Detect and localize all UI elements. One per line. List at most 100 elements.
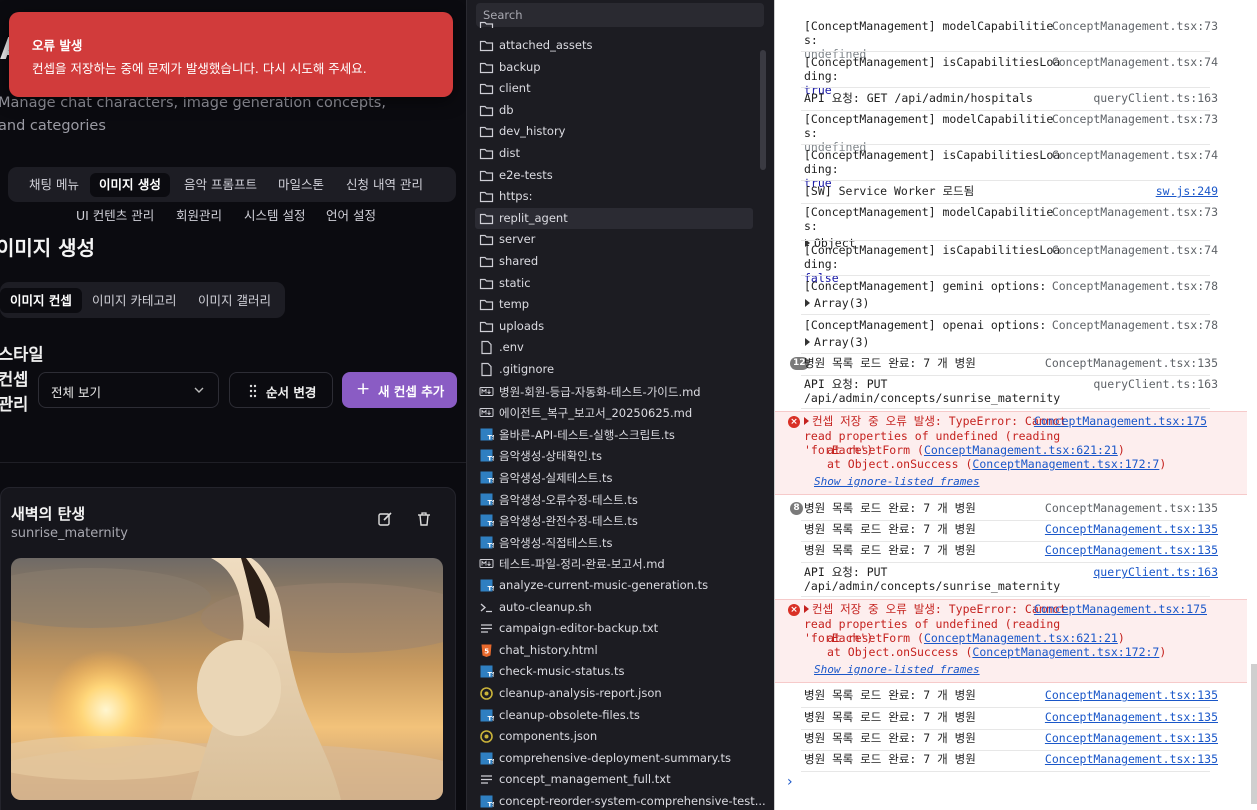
- tree-item[interactable]: 에이전트_복구_보고서_20250625.md: [475, 402, 753, 423]
- source-link[interactable]: ConceptManagement.tsx:74: [1052, 55, 1218, 69]
- tree-item[interactable]: TS check-music-status.ts: [475, 661, 753, 682]
- reorder-button[interactable]: 순서 변경: [229, 372, 333, 408]
- nav-chat-menu[interactable]: 채팅 메뉴: [20, 173, 88, 197]
- tree-item[interactable]: 5 chat_history.html: [475, 640, 753, 661]
- expandable-object[interactable]: Array(3): [804, 296, 1064, 310]
- tab-image-category[interactable]: 이미지 카테고리: [82, 288, 186, 313]
- stack-link[interactable]: ConceptManagement.tsx:621:21: [924, 631, 1118, 645]
- svg-text:TS: TS: [488, 585, 495, 593]
- nav-language-settings[interactable]: 언어 설정: [326, 205, 376, 224]
- source-link[interactable]: ConceptManagement.tsx:135: [1045, 356, 1218, 370]
- tree-item[interactable]: replit_agent: [475, 207, 753, 229]
- tree-item[interactable]: TS cleanup-obsolete-files.ts: [475, 705, 753, 726]
- tab-image-gallery[interactable]: 이미지 갤러리: [188, 288, 281, 313]
- expandable-object[interactable]: Array(3): [804, 335, 1064, 349]
- concept-preview-image: [11, 558, 443, 800]
- tree-item[interactable]: 병원-회원-등급-자동화-테스트-가이드.md: [475, 381, 753, 402]
- stack-link[interactable]: ConceptManagement.tsx:172:7: [972, 457, 1159, 471]
- tree-item[interactable]: TS comprehensive-deployment-summary.ts: [475, 748, 753, 769]
- tree-item[interactable]: dev_history: [475, 121, 753, 142]
- source-link[interactable]: queryClient.ts:163: [1093, 377, 1218, 391]
- tree-item[interactable]: campaign-editor-backup.txt: [475, 618, 753, 639]
- tree-item-label: server: [499, 232, 536, 247]
- source-link[interactable]: ConceptManagement.tsx:73: [1052, 112, 1218, 126]
- filter-select[interactable]: 전체 보기: [38, 372, 219, 408]
- nav-ui-content[interactable]: UI 컨텐츠 관리: [76, 205, 154, 224]
- edit-icon[interactable]: [377, 511, 393, 527]
- source-link[interactable]: ConceptManagement.tsx:135: [1045, 501, 1218, 515]
- tree-item-label: cleanup-analysis-report.json: [499, 686, 662, 700]
- nav-system-settings[interactable]: 시스템 설정: [244, 205, 305, 224]
- tree-item[interactable]: TS 올바른-API-테스트-실행-스크립트.ts: [475, 424, 753, 445]
- tree-item[interactable]: shared: [475, 251, 753, 272]
- tree-item[interactable]: .gitignore: [475, 359, 753, 380]
- source-link[interactable]: ConceptManagement.tsx:74: [1052, 243, 1218, 257]
- tree-item[interactable]: TS concept-reorder-system-comprehensive-t…: [475, 791, 766, 810]
- html-icon: 5: [479, 643, 494, 658]
- folder-icon: [479, 232, 494, 247]
- tree-item[interactable]: server: [475, 229, 753, 250]
- tree-item[interactable]: TS 음악생성-실제테스트.ts: [475, 467, 753, 488]
- show-ignored-frames-link[interactable]: Show ignore-listed frames: [814, 475, 980, 488]
- tree-item[interactable]: TS 음악생성-상태확인.ts: [475, 445, 753, 466]
- tree-item[interactable]: backup: [475, 57, 753, 78]
- tree-item[interactable]: cleanup-analysis-report.json: [475, 683, 753, 704]
- tree-item[interactable]: static: [475, 273, 753, 294]
- add-concept-label: 새 컨셉 추가: [378, 384, 445, 399]
- nav-application-history[interactable]: 신청 내역 관리: [337, 173, 432, 197]
- tree-item[interactable]: client: [475, 78, 753, 99]
- tree-item[interactable]: db: [475, 100, 753, 121]
- tree-item[interactable]: TS 음악생성-오류수정-테스트.ts: [475, 489, 753, 510]
- source-link[interactable]: ConceptManagement.tsx:73: [1052, 205, 1218, 219]
- stack-link[interactable]: ConceptManagement.tsx:172:7: [972, 645, 1159, 659]
- source-link[interactable]: ConceptManagement.tsx:135: [1045, 543, 1218, 557]
- scrollbar[interactable]: [760, 50, 766, 170]
- svg-text:TS: TS: [488, 520, 495, 528]
- tree-item[interactable]: uploads: [475, 316, 753, 337]
- source-link[interactable]: ConceptManagement.tsx:135: [1045, 688, 1218, 702]
- nav-milestone[interactable]: 마일스톤: [269, 173, 333, 197]
- file-icon: [479, 362, 494, 377]
- nav-members[interactable]: 회원관리: [176, 205, 222, 224]
- folder-icon: [479, 38, 494, 53]
- console-prompt[interactable]: ›: [787, 774, 793, 790]
- tree-item[interactable]: .env: [475, 337, 753, 358]
- tree-item[interactable]: temp: [475, 294, 753, 315]
- console-scrollbar[interactable]: [1251, 664, 1257, 804]
- show-ignored-frames-link[interactable]: Show ignore-listed frames: [814, 663, 980, 676]
- source-link[interactable]: ConceptManagement.tsx:78: [1052, 279, 1218, 293]
- tree-item[interactable]: TS 음악생성-직접테스트.ts: [475, 532, 753, 553]
- trash-icon[interactable]: [416, 511, 432, 527]
- source-link[interactable]: ConceptManagement.tsx:78: [1052, 318, 1218, 332]
- tree-item[interactable]: 테스트-파일-정리-완료-보고서.md: [475, 553, 753, 574]
- source-link[interactable]: ConceptManagement.tsx:135: [1045, 710, 1218, 724]
- tab-image-concept[interactable]: 이미지 컨셉: [0, 288, 82, 313]
- tree-item[interactable]: e2e-tests: [475, 165, 753, 186]
- console-message: 병원 목록 로드 완료: 7 개 병원: [804, 543, 976, 557]
- source-link[interactable]: ConceptManagement.tsx:175: [1034, 414, 1207, 428]
- tree-item[interactable]: auto-cleanup.sh: [475, 597, 753, 618]
- tree-item[interactable]: https:: [475, 186, 753, 207]
- tree-item[interactable]: dist: [475, 143, 753, 164]
- source-link[interactable]: ConceptManagement.tsx:175: [1034, 602, 1207, 616]
- stack-link[interactable]: ConceptManagement.tsx:621:21: [924, 443, 1118, 457]
- source-link[interactable]: ConceptManagement.tsx:135: [1045, 752, 1218, 766]
- source-link[interactable]: ConceptManagement.tsx:135: [1045, 522, 1218, 536]
- source-link[interactable]: queryClient.ts:163: [1093, 91, 1218, 105]
- error-toast[interactable]: 오류 발생 컨셉을 저장하는 중에 문제가 발생했습니다. 다시 시도해 주세요…: [9, 12, 453, 97]
- nav-music-prompt[interactable]: 음악 프롬프트: [175, 173, 266, 197]
- source-link[interactable]: ConceptManagement.tsx:135: [1045, 731, 1218, 745]
- tree-item[interactable]: TS 음악생성-완전수정-테스트.ts: [475, 510, 753, 531]
- nav-image-generation[interactable]: 이미지 생성: [90, 173, 170, 197]
- source-link[interactable]: queryClient.ts:163: [1093, 565, 1218, 579]
- tree-item[interactable]: TS analyze-current-music-generation.ts: [475, 575, 753, 596]
- tree-item[interactable]: attached_assets: [475, 35, 753, 56]
- console-message: [ConceptManagement] gemini options: Array…: [804, 279, 1064, 310]
- tree-item[interactable]: concept_management_full.txt: [475, 769, 753, 790]
- tree-item[interactable]: components.json: [475, 726, 753, 747]
- svg-text:TS: TS: [488, 541, 495, 549]
- source-link[interactable]: sw.js:249: [1156, 184, 1218, 198]
- source-link[interactable]: ConceptManagement.tsx:73: [1052, 19, 1218, 33]
- add-concept-button[interactable]: + 새 컨셉 추가: [342, 372, 457, 408]
- source-link[interactable]: ConceptManagement.tsx:74: [1052, 148, 1218, 162]
